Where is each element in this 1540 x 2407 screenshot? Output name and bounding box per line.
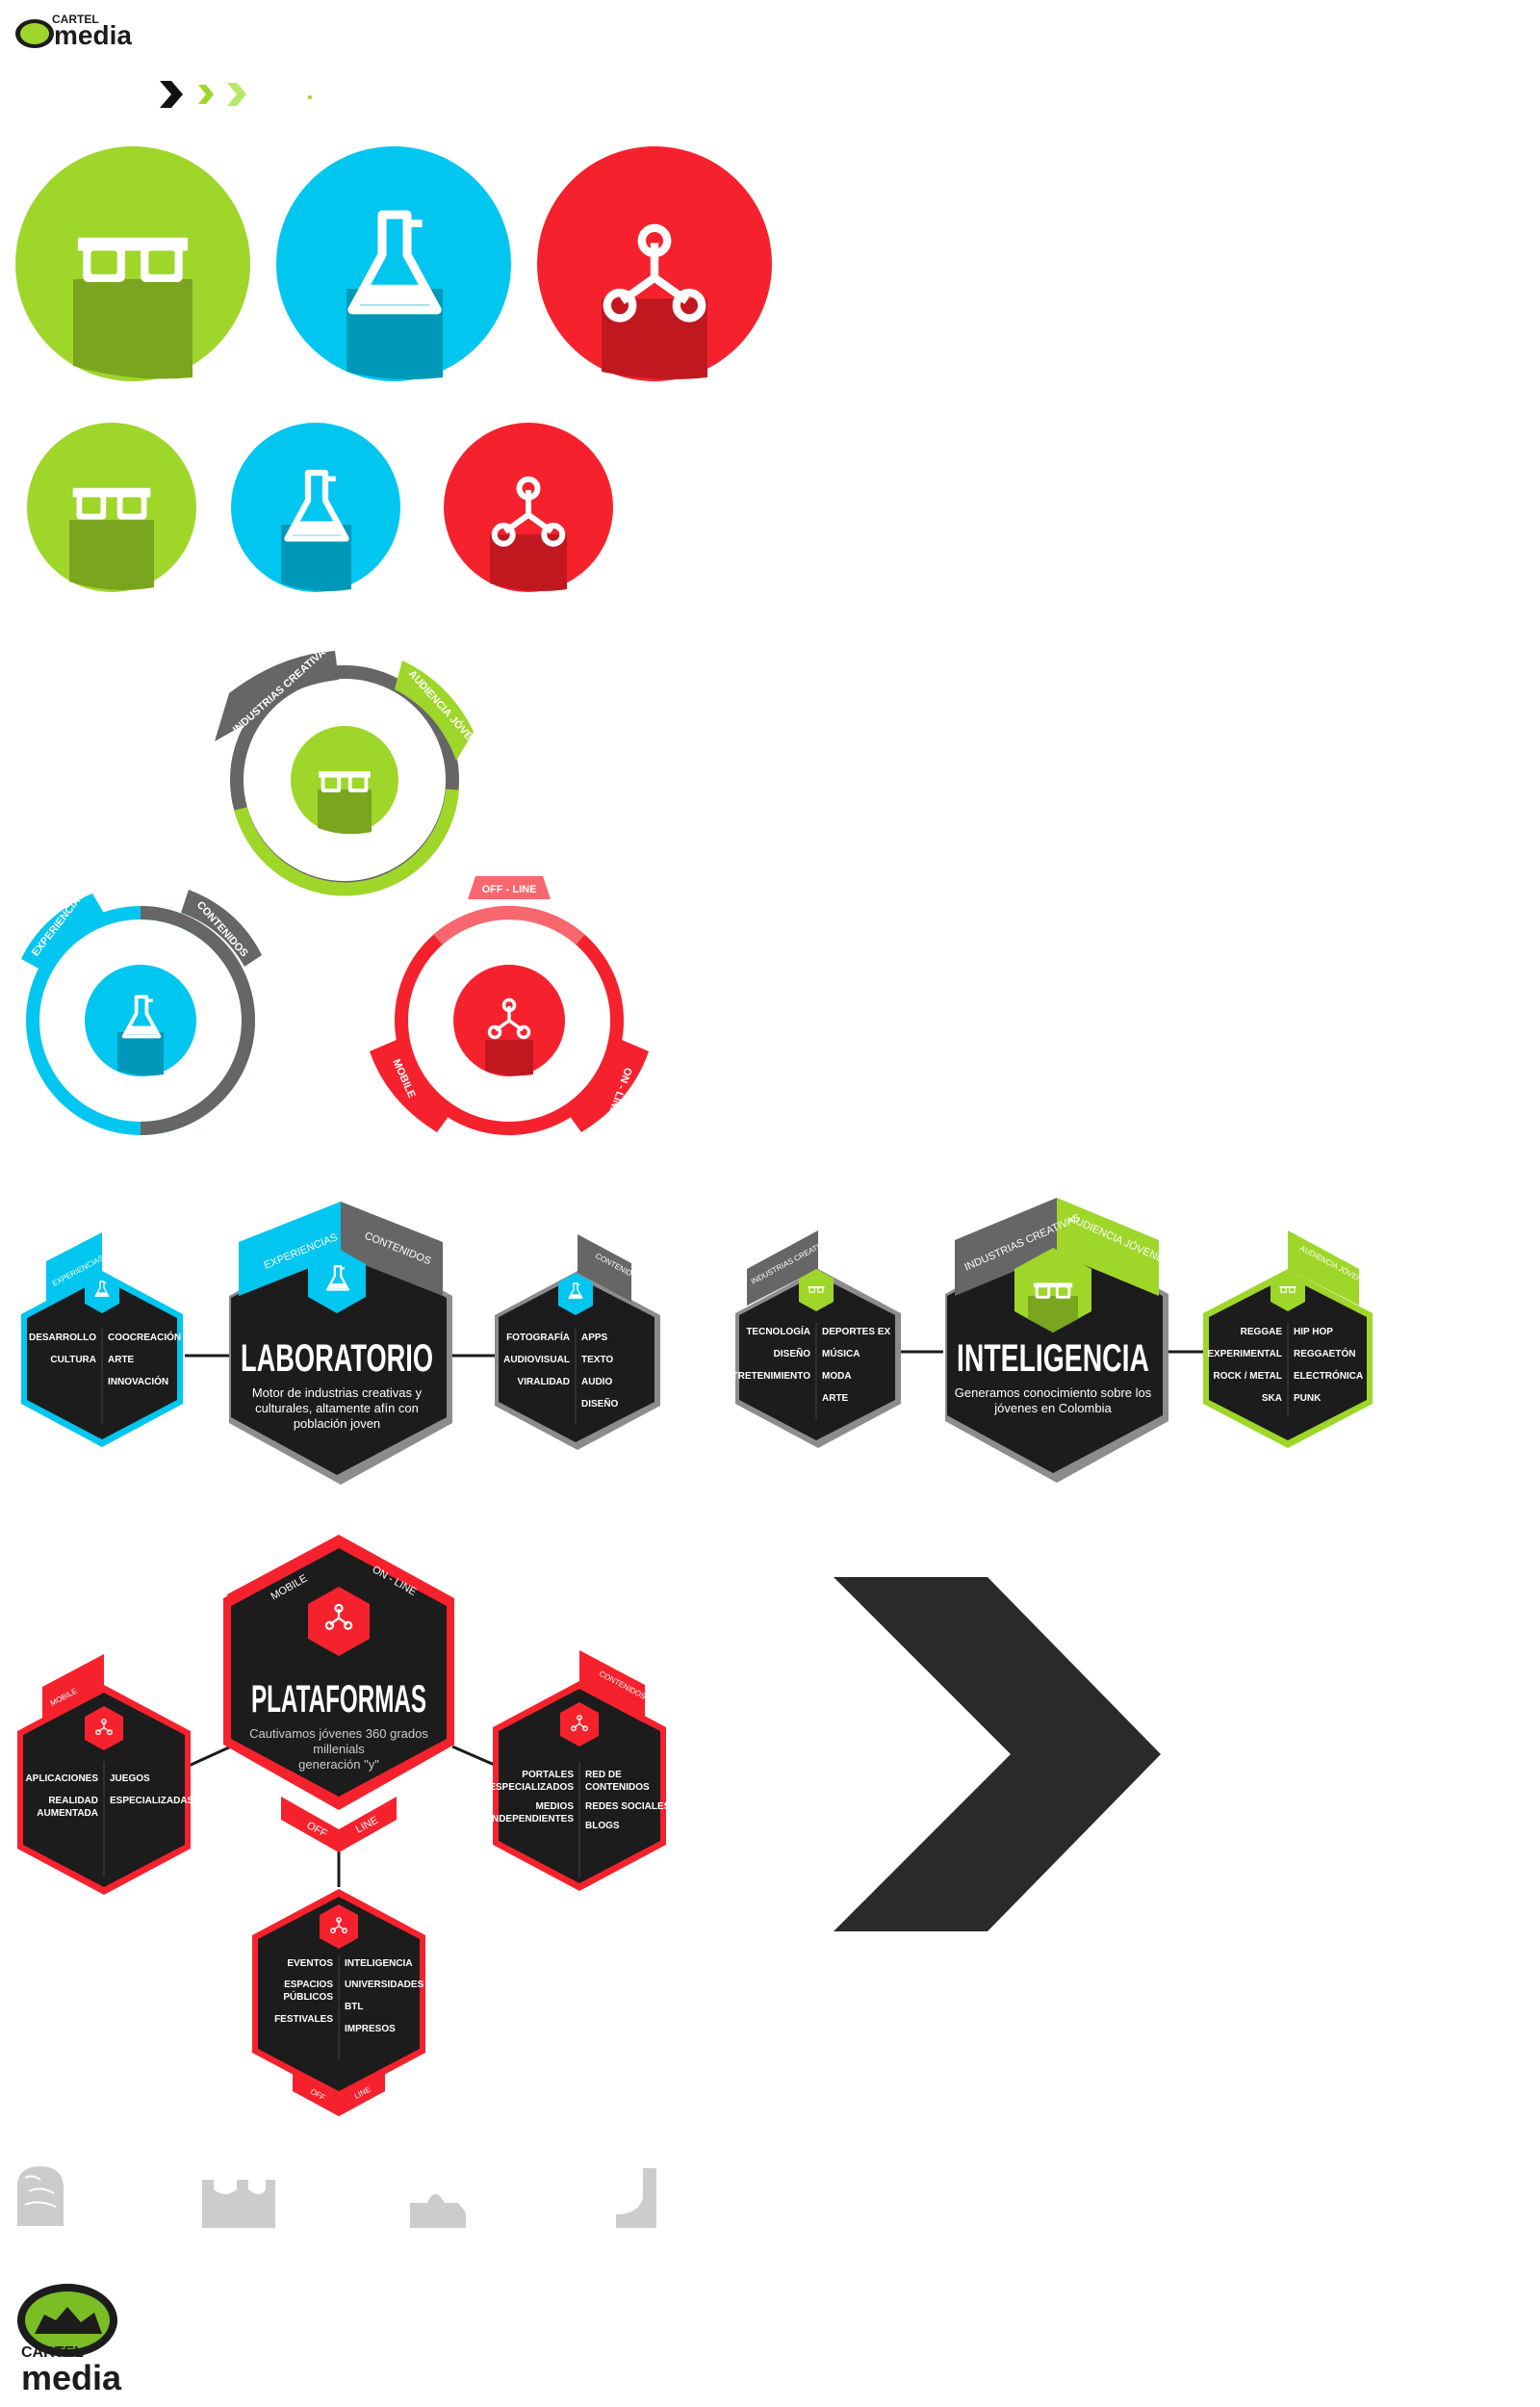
plat-desc-2: millenials <box>313 1742 365 1756</box>
brand-logo-large[interactable]: CARTEL media <box>17 2284 122 2397</box>
hex-int-left-c2-3: ARTE <box>822 1393 849 1404</box>
circle-medium-blue <box>231 423 400 592</box>
hex-plat-bottom: OFF LINE EVENTOS ESPACIOS PÚBLICOS FESTI… <box>252 1889 425 2116</box>
chevron-green-icon <box>198 85 214 104</box>
plataformas-diagram: MOBILE ON - LINE OFF LINE PLATAFORMAS Ca… <box>17 1535 671 2116</box>
circle-medium-green <box>27 423 196 592</box>
hex-int-right-c2-2: ELECTRÓNICA <box>1294 1369 1363 1382</box>
hex-lab-right-c2-1: TEXTO <box>581 1355 613 1365</box>
hex-lab-left-c1-1: CULTURA <box>50 1355 96 1365</box>
hex-plat-bottom-c2-0: INTELIGENCIA <box>345 1958 413 1969</box>
hex-plat-left-c1-1: REALIDAD <box>48 1796 98 1806</box>
hex-plat-right-c2-2: REDES SOCIALES <box>585 1801 671 1812</box>
hex-plat-bottom-c2-2: BTL <box>345 2002 363 2012</box>
hex-plat-right-c1-0: PORTALES <box>522 1770 574 1780</box>
hex-plat-bottom-c1-2: PÚBLICOS <box>283 1990 333 2003</box>
circle-large-red <box>537 146 772 381</box>
hex-lab-right: CONTENIDOS FOTOGRAFÍA AUDIOVISUAL VIRALI… <box>495 1234 660 1450</box>
ramp-icon <box>616 2168 656 2228</box>
hex-plat-right-c1-1: ESPECIALIZADOS <box>489 1782 574 1793</box>
hex-plat-right-c2-1: CONTENIDOS <box>585 1782 650 1793</box>
plat-desc-1: Cautivamos jóvenes 360 grados <box>249 1726 428 1741</box>
lab-title: LABORATORIO <box>241 1337 433 1380</box>
hex-lab-right-c1-1: AUDIOVISUAL <box>503 1355 570 1365</box>
hex-lab-right-c2-2: AUDIO <box>581 1377 612 1387</box>
hex-inteligencia: INDUSTRIAS CREATIVAS AUDIENCIA JÓVENES I… <box>945 1198 1172 1483</box>
hex-int-left-c1-1: DISEÑO <box>774 1347 811 1359</box>
hex-plat-left-c1-0: APLICACIONES <box>25 1773 98 1784</box>
hex-lab-left-c1-0: DESARROLLO <box>29 1333 96 1343</box>
circle-large-blue <box>276 146 511 381</box>
hex-lab-right-c2-3: DISEÑO <box>581 1397 619 1410</box>
hex-lab-left-c2-2: INNOVACIÓN <box>108 1375 168 1387</box>
hex-lab-left-c2-1: ARTE <box>108 1355 135 1365</box>
hex-plat-right-c1-2: MEDIOS <box>536 1801 575 1812</box>
hex-int-right-c1-2: ROCK / METAL <box>1214 1371 1282 1382</box>
hex-plat-right-c2-0: RED DE <box>585 1770 622 1780</box>
ring-red-tab-top: OFF - LINE <box>482 884 537 895</box>
ring-blue: EXPERIENCIAS CONTENIDOS <box>21 890 262 1135</box>
chevron-icons <box>160 81 312 108</box>
hex-int-right-c2-0: HIP HOP <box>1294 1327 1333 1337</box>
chevron-lightgreen-icon <box>227 83 246 106</box>
hex-plat-right-c2-3: BLOGS <box>585 1821 620 1831</box>
hex-plat-right-c1-3: INDEPENDIENTES <box>489 1814 574 1825</box>
hex-plat-bottom-c1-0: EVENTOS <box>287 1958 333 1969</box>
dot-icon <box>308 95 312 99</box>
hex-plat-right: CONTENIDOS PORTALES ESPECIALIZADOS MEDIO… <box>489 1650 671 1891</box>
hex-laboratorio: EXPERIENCIAS CONTENIDOS LABORATORIO Moto… <box>229 1202 452 1485</box>
hex-int-right-c1-0: REGGAE <box>1241 1327 1283 1337</box>
hex-int-right: AUDIENCIA JÓVENES REGGAE EXPERIMENTAL RO… <box>1203 1230 1373 1448</box>
inteligencia-diagram: INDUSTRIAS CREATIVAS TECNOLOGÍA DISEÑO E… <box>719 1198 1373 1483</box>
hex-plat-bottom-c1-3: FESTIVALES <box>274 2014 333 2025</box>
gray-silhouettes <box>17 2166 656 2228</box>
hex-plat-bottom-c2-1: UNIVERSIDADES <box>345 1980 424 1990</box>
plat-title: PLATAFORMAS <box>251 1678 426 1721</box>
hex-int-left-c2-0: DEPORTES EX <box>822 1327 890 1337</box>
hex-plat-bottom-c2-3: IMPRESOS <box>345 2024 396 2034</box>
hex-int-right-c1-1: EXPERIMENTAL <box>1207 1349 1282 1359</box>
hex-int-right-c2-3: PUNK <box>1294 1393 1322 1404</box>
hex-lab-right-c1-2: VIRALIDAD <box>518 1377 570 1387</box>
hex-lab-left: EXPERIENCIAS DESARROLLO CULTURA COOCREAC… <box>21 1232 183 1447</box>
hill-icon <box>410 2194 466 2228</box>
asset-sheet: CARTEL media INDUSTRIAS CREATIVAS AUDIEN… <box>15 13 1373 2397</box>
hex-lab-left-c2-0: COOCREACIÓN <box>108 1331 181 1343</box>
hex-int-left-c1-0: TECNOLOGÍA <box>746 1325 810 1337</box>
hex-int-left: INDUSTRIAS CREATIVAS TECNOLOGÍA DISEÑO E… <box>719 1230 901 1448</box>
int-desc-1: Generamos conocimiento sobre los <box>955 1385 1152 1400</box>
circle-medium-red <box>444 423 613 592</box>
chevron-black-icon <box>160 81 183 108</box>
int-title: INTELIGENCIA <box>957 1337 1149 1380</box>
ring-green: INDUSTRIAS CREATIVAS AUDIENCIA JÓVENES <box>215 642 490 896</box>
chevron-right-large-icon[interactable] <box>834 1577 1161 1931</box>
hex-plat-left-c2-0: JUEGOS <box>110 1773 150 1784</box>
hex-int-right-c1-3: SKA <box>1262 1393 1282 1404</box>
brain-icon <box>17 2166 64 2226</box>
lab-desc-2: culturales, altamente afín con <box>255 1401 419 1415</box>
castle-icon <box>202 2180 275 2228</box>
hex-lab-right-c2-0: APPS <box>581 1333 608 1343</box>
hex-plataformas: MOBILE ON - LINE OFF LINE PLATAFORMAS Ca… <box>223 1535 454 1852</box>
ring-red: OFF - LINE MOBILE ON - LINE <box>370 876 649 1135</box>
brand-large-bottom: media <box>21 2358 122 2397</box>
hex-plat-left: MOBILE APLICACIONES REALIDAD AUMENTADA J… <box>17 1654 194 1895</box>
hex-int-left-c2-1: MÚSICA <box>822 1347 860 1359</box>
hex-int-left-c2-2: MODA <box>822 1371 852 1382</box>
circle-large-green <box>15 146 250 381</box>
brand-small-bottom: media <box>54 20 132 50</box>
laboratorio-diagram: EXPERIENCIAS DESARROLLO CULTURA COOCREAC… <box>21 1202 660 1485</box>
plat-desc-3: generación "y" <box>298 1757 379 1772</box>
hex-lab-right-c1-0: FOTOGRAFÍA <box>506 1331 570 1343</box>
hex-int-left-c1-2: ENTRETENIMIENTO <box>719 1371 811 1382</box>
hex-int-right-c2-1: REGGAETÓN <box>1294 1347 1355 1359</box>
lab-desc-3: población joven <box>294 1416 380 1431</box>
hex-plat-bottom-c1-1: ESPACIOS <box>284 1980 333 1990</box>
brand-logo-small[interactable]: CARTEL media <box>15 13 132 50</box>
lab-desc-1: Motor de industrias creativas y <box>252 1385 423 1400</box>
int-desc-2: jóvenes en Colombia <box>993 1401 1112 1415</box>
hex-plat-left-c2-1: ESPECIALIZADAS <box>110 1796 194 1806</box>
hex-plat-left-c1-2: AUMENTADA <box>37 1808 98 1819</box>
